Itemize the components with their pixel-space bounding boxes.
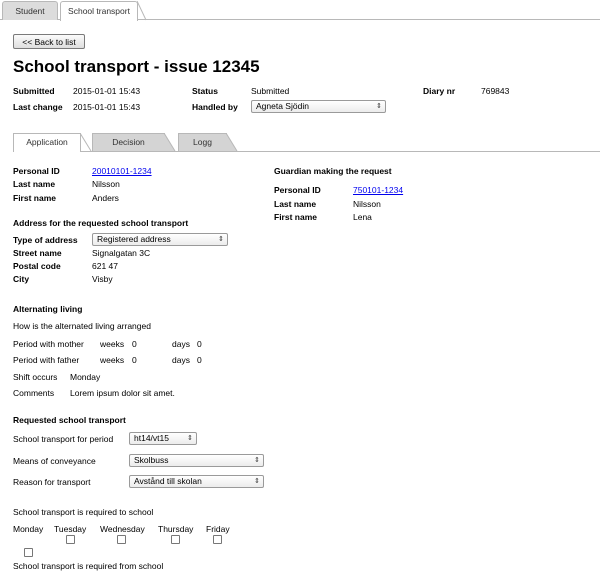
handled-by-select[interactable]: Agneta Sjödin ⇕ bbox=[251, 100, 386, 113]
city-value: Visby bbox=[92, 274, 113, 284]
mother-weeks-value: 0 bbox=[132, 339, 137, 349]
student-first-name-value: Anders bbox=[92, 193, 119, 203]
checkbox-monday[interactable] bbox=[24, 548, 33, 557]
student-last-name-value: Nilsson bbox=[92, 179, 120, 189]
mother-days-value: 0 bbox=[197, 339, 202, 349]
reason-select-value: Avstånd till skolan bbox=[134, 476, 202, 486]
back-to-list-button[interactable]: << Back to list bbox=[13, 34, 85, 49]
from-school-label: School transport is required from school bbox=[13, 561, 164, 571]
mother-days-label: days bbox=[172, 339, 190, 349]
diary-label: Diary nr bbox=[423, 86, 456, 96]
day-label-thursday: Thursday bbox=[158, 524, 194, 534]
father-weeks-label: weeks bbox=[100, 355, 125, 365]
city-label: City bbox=[13, 274, 30, 284]
select-arrows-icon: ⇕ bbox=[254, 457, 260, 464]
guardian-first-name-value: Lena bbox=[353, 212, 372, 222]
means-select[interactable]: Skolbuss ⇕ bbox=[129, 454, 264, 467]
guardian-personal-id-label: Personal ID bbox=[274, 185, 321, 195]
guardian-personal-id-link[interactable]: 750101-1234 bbox=[353, 185, 403, 195]
means-select-value: Skolbuss bbox=[134, 455, 169, 465]
address-type-select-value: Registered address bbox=[97, 234, 171, 244]
select-arrows-icon: ⇕ bbox=[218, 236, 224, 243]
father-days-value: 0 bbox=[197, 355, 202, 365]
checkbox-friday[interactable] bbox=[213, 535, 222, 544]
address-type-select[interactable]: Registered address ⇕ bbox=[92, 233, 228, 246]
reason-select[interactable]: Avstånd till skolan ⇕ bbox=[129, 475, 264, 488]
street-label: Street name bbox=[13, 248, 62, 258]
submitted-label: Submitted bbox=[13, 86, 55, 96]
student-first-name-label: First name bbox=[13, 193, 56, 203]
student-personal-id-link[interactable]: 20010101-1234 bbox=[92, 166, 152, 176]
select-arrows-icon: ⇕ bbox=[187, 435, 193, 442]
diary-value: 769843 bbox=[481, 86, 510, 96]
shift-label: Shift occurs bbox=[13, 372, 58, 382]
checkbox-tuesday[interactable] bbox=[66, 535, 75, 544]
comments-label: Comments bbox=[13, 388, 55, 398]
shift-value: Monday bbox=[70, 372, 101, 382]
guardian-first-name-label: First name bbox=[274, 212, 317, 222]
submitted-value: 2015-01-01 15:43 bbox=[73, 86, 141, 96]
student-personal-id-label: Personal ID bbox=[13, 166, 60, 176]
father-weeks-value: 0 bbox=[132, 355, 137, 365]
tab-decision[interactable]: Decision bbox=[92, 133, 165, 151]
father-period-label: Period with father bbox=[13, 355, 80, 365]
day-label-tuesday: Tuesday bbox=[54, 524, 87, 534]
status-value: Submitted bbox=[251, 86, 290, 96]
checkbox-thursday[interactable] bbox=[171, 535, 180, 544]
requested-heading: Requested school transport bbox=[13, 415, 126, 425]
comments-value: Lorem ipsum dolor sit amet. bbox=[70, 388, 175, 398]
tab-logg[interactable]: Logg bbox=[178, 133, 227, 151]
postal-code-value: 621 47 bbox=[92, 261, 118, 271]
handled-by-label: Handled by bbox=[192, 102, 238, 112]
address-heading: Address for the requested school transpo… bbox=[13, 218, 189, 228]
page-title: School transport - issue 12345 bbox=[13, 57, 260, 76]
father-days-label: days bbox=[172, 355, 190, 365]
tab-student[interactable]: Student bbox=[2, 1, 58, 20]
guardian-last-name-value: Nilsson bbox=[353, 199, 381, 209]
alternating-question: How is the alternated living arranged bbox=[13, 321, 151, 331]
status-label: Status bbox=[192, 86, 218, 96]
mother-weeks-label: weeks bbox=[100, 339, 125, 349]
select-arrows-icon: ⇕ bbox=[376, 103, 382, 110]
mother-period-label: Period with mother bbox=[13, 339, 84, 349]
day-label-monday: Monday bbox=[13, 524, 44, 534]
tab-slant-decoration bbox=[226, 133, 238, 152]
last-change-value: 2015-01-01 15:43 bbox=[73, 102, 141, 112]
select-arrows-icon: ⇕ bbox=[254, 478, 260, 485]
tab-slant-decoration bbox=[164, 133, 176, 152]
day-label-friday: Friday bbox=[206, 524, 230, 534]
period-select-value: ht14/vt15 bbox=[134, 433, 169, 443]
to-school-label: School transport is required to school bbox=[13, 507, 154, 517]
tab-application[interactable]: Application bbox=[13, 133, 81, 152]
period-select[interactable]: ht14/vt15 ⇕ bbox=[129, 432, 197, 445]
period-label: School transport for period bbox=[13, 434, 114, 444]
means-label: Means of conveyance bbox=[13, 456, 96, 466]
guardian-heading: Guardian making the request bbox=[274, 166, 392, 176]
reason-label: Reason for transport bbox=[13, 477, 91, 487]
alternating-heading: Alternating living bbox=[13, 304, 83, 314]
handled-by-select-value: Agneta Sjödin bbox=[256, 101, 309, 111]
inner-tab-divider bbox=[13, 151, 600, 152]
address-type-label: Type of address bbox=[13, 235, 78, 245]
tab-slant-decoration bbox=[80, 133, 92, 152]
checkbox-wednesday[interactable] bbox=[117, 535, 126, 544]
tab-school-transport[interactable]: School transport bbox=[60, 1, 138, 21]
postal-code-label: Postal code bbox=[13, 261, 61, 271]
last-change-label: Last change bbox=[13, 102, 63, 112]
day-label-wednesday: Wednesday bbox=[100, 524, 145, 534]
street-value: Signalgatan 3C bbox=[92, 248, 151, 258]
student-last-name-label: Last name bbox=[13, 179, 56, 189]
guardian-last-name-label: Last name bbox=[274, 199, 317, 209]
tab-slant-decoration bbox=[137, 1, 147, 21]
